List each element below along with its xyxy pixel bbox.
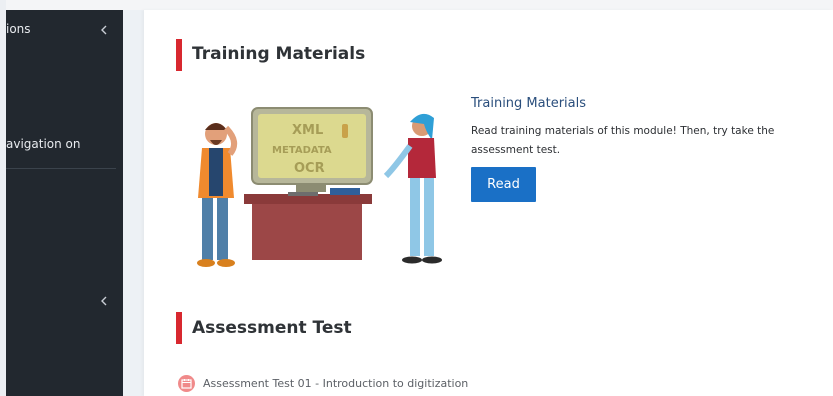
screen-text-metadata: METADATA	[272, 145, 332, 156]
assessment-list-item[interactable]: Assessment Test 01 - Introduction to dig…	[178, 373, 468, 393]
main-content: Training Materials XML METADATA OCR Trai…	[144, 10, 833, 396]
read-button[interactable]: Read	[471, 167, 536, 202]
top-strip	[0, 0, 833, 10]
training-card-title[interactable]: Training Materials	[471, 96, 586, 111]
assessment-item-label[interactable]: Assessment Test 01 - Introduction to dig…	[203, 377, 468, 390]
sidebar-item-options[interactable]: ions	[6, 22, 31, 36]
training-illustration: XML METADATA OCR	[197, 107, 442, 267]
section-title-assessment: Assessment Test	[192, 318, 352, 338]
screen-text-xml: XML	[292, 123, 323, 138]
calendar-icon	[178, 374, 195, 392]
sidebar-item-navigation[interactable]: avigation on	[6, 137, 81, 151]
section-title-training: Training Materials	[192, 44, 366, 64]
sidebar: ions avigation on	[6, 10, 123, 396]
content-gutter	[123, 10, 144, 396]
training-card-description: Read training materials of this module! …	[471, 125, 775, 156]
section-accent-bar	[176, 312, 182, 344]
sidebar-divider	[6, 168, 116, 169]
chevron-left-icon[interactable]	[98, 23, 110, 37]
screen-text-ocr: OCR	[294, 161, 325, 176]
chevron-left-icon[interactable]	[98, 294, 110, 308]
section-accent-bar	[176, 39, 182, 71]
